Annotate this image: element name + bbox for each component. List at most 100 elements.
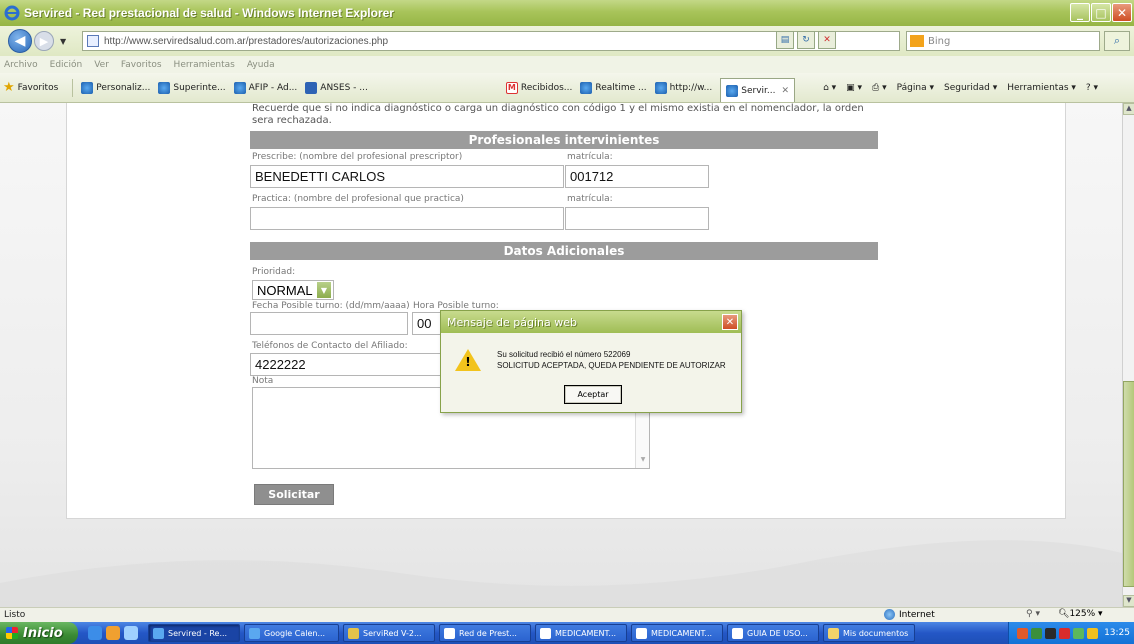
ie-quicklaunch-icon[interactable] — [88, 626, 102, 640]
task-google-calendar[interactable]: Google Calen... — [244, 624, 339, 642]
fav-item-afip[interactable]: AFIP - Ad... — [233, 81, 297, 94]
search-button[interactable]: ⌕ — [1104, 31, 1130, 51]
page-menu[interactable]: Página ▾ — [897, 83, 934, 93]
zoom-value: 125% — [1069, 609, 1096, 619]
task-mis-documentos[interactable]: Mis documentos — [823, 624, 915, 642]
window-title: Servired - Red prestacional de salud - W… — [24, 6, 394, 20]
refresh-icon[interactable]: ↻ — [797, 31, 815, 49]
minimize-button[interactable]: _ — [1070, 3, 1090, 22]
forward-button[interactable]: ▶ — [34, 31, 54, 51]
security-zone[interactable]: Internet — [884, 609, 935, 620]
tab-recibidos[interactable]: M Recibidos... — [505, 81, 573, 94]
menu-bar: Archivo Edición Ver Favoritos Herramient… — [0, 56, 1134, 73]
compat-view-icon[interactable]: ▤ — [776, 31, 794, 49]
back-button[interactable]: ◀ — [8, 29, 32, 53]
doc-task-icon — [732, 627, 743, 639]
favorites-star-icon[interactable]: ★ — [3, 80, 15, 95]
close-window-button[interactable]: ✕ — [1112, 3, 1132, 22]
search-input[interactable]: Bing — [906, 31, 1100, 51]
security-menu[interactable]: Seguridad ▾ — [944, 83, 997, 93]
menu-favoritos[interactable]: Favoritos — [121, 60, 162, 70]
matricula2-label: matrícula: — [567, 194, 613, 204]
doc-task-icon — [444, 627, 455, 639]
start-button[interactable]: Inicio — [0, 622, 78, 644]
practica-label: Practica: (nombre del profesional que pr… — [252, 194, 464, 204]
solicitar-button[interactable]: Solicitar — [254, 484, 334, 505]
fav-item-anses[interactable]: ANSES - ... — [305, 81, 368, 94]
diagnosis-notice: Recuerde que si no indica diagnóstico o … — [252, 103, 864, 126]
favorites-label[interactable]: Favoritos — [18, 83, 59, 93]
globe-icon — [884, 609, 895, 620]
matricula-field[interactable]: 001712 — [565, 165, 709, 188]
page-scrollbar[interactable]: ▲ ▼ — [1122, 103, 1134, 607]
tray-update-icon[interactable] — [1073, 627, 1085, 639]
section-header-profesionales: Profesionales intervinientes — [250, 131, 878, 149]
quick-launch — [88, 626, 138, 640]
telefonos-field[interactable]: 4222222 — [250, 353, 450, 376]
tray-volume-icon[interactable] — [1045, 627, 1057, 639]
task-medicament-1[interactable]: MEDICAMENT... — [535, 624, 627, 642]
tray-app-icon[interactable] — [1017, 627, 1029, 639]
message-dialog: Mensaje de página web ✕ ! Su solicitud r… — [440, 310, 742, 413]
task-label: MEDICAMENT... — [651, 628, 713, 638]
tab-servired[interactable]: Servir... ✕ — [720, 78, 796, 102]
task-label: GUIA DE USO... — [747, 628, 808, 638]
anses-icon — [305, 81, 318, 94]
task-medicament-2[interactable]: MEDICAMENT... — [631, 624, 723, 642]
practica-field[interactable] — [250, 207, 564, 230]
dialog-close-button[interactable]: ✕ — [722, 314, 738, 330]
task-servired[interactable]: Servired - Re... — [148, 624, 240, 642]
doc-task-icon — [540, 627, 551, 639]
stop-icon[interactable]: ✕ — [818, 31, 836, 49]
tab-label: Realtime ... — [595, 82, 647, 93]
fecha-field[interactable] — [250, 312, 408, 335]
feeds-icon[interactable]: ▣ ▾ — [846, 83, 862, 93]
history-dropdown-icon[interactable]: ▼ — [60, 37, 66, 46]
menu-herramientas[interactable]: Herramientas — [174, 60, 235, 70]
tools-menu[interactable]: Herramientas ▾ — [1007, 83, 1076, 93]
task-servired-v2[interactable]: ServiRed V-2... — [343, 624, 435, 642]
chevron-down-icon[interactable]: ▼ — [317, 282, 331, 298]
help-icon[interactable]: ? ▾ — [1086, 83, 1098, 93]
menu-archivo[interactable]: Archivo — [4, 60, 38, 70]
scroll-down-icon[interactable]: ▼ — [637, 456, 649, 466]
bing-icon — [910, 35, 924, 47]
maximize-button[interactable]: □ — [1091, 3, 1111, 22]
ie-page-icon — [158, 81, 171, 94]
scroll-up-icon[interactable]: ▲ — [1123, 103, 1134, 115]
task-guia-de-uso[interactable]: GUIA DE USO... — [727, 624, 819, 642]
desktop-quicklaunch-icon[interactable] — [124, 626, 138, 640]
section-header-adicionales: Datos Adicionales — [250, 242, 878, 260]
dialog-message-line2: SOLICITUD ACEPTADA, QUEDA PENDIENTE DE A… — [497, 361, 726, 370]
status-bar: Listo Internet ⚲ ▾ 🔍︎125% ▾ — [0, 607, 1134, 622]
tab-realtime[interactable]: Realtime ... — [580, 81, 647, 94]
matricula2-field[interactable] — [565, 207, 709, 230]
tab-http[interactable]: http://w... — [654, 81, 712, 94]
home-icon[interactable]: ⌂ ▾ — [823, 83, 836, 93]
tray-alert-icon[interactable] — [1087, 627, 1099, 639]
task-red-de-prest[interactable]: Red de Prest... — [439, 624, 531, 642]
tray-antivirus-icon[interactable] — [1059, 627, 1071, 639]
menu-edicion[interactable]: Edición — [50, 60, 83, 70]
tab-label: Recibidos... — [520, 82, 573, 93]
protected-mode-icon[interactable]: ⚲ ▾ — [1026, 609, 1040, 619]
ie-page-icon — [580, 81, 593, 94]
ie-task-icon — [249, 627, 260, 639]
prioridad-select[interactable]: NORMAL ▼ — [252, 280, 334, 300]
aceptar-button[interactable]: Aceptar — [564, 385, 622, 404]
media-quicklaunch-icon[interactable] — [106, 626, 120, 640]
url-text: http://www.serviredsalud.com.ar/prestado… — [104, 35, 389, 47]
prescribe-field[interactable]: BENEDETTI CARLOS — [250, 165, 564, 188]
tray-network-icon[interactable] — [1031, 627, 1043, 639]
menu-ayuda[interactable]: Ayuda — [247, 60, 275, 70]
close-tab-icon[interactable]: ✕ — [782, 86, 790, 96]
zoom-level[interactable]: 🔍︎125% ▾ — [1058, 609, 1103, 619]
fav-item-personaliz[interactable]: Personaliz... — [81, 81, 150, 94]
fav-item-superinte[interactable]: Superinte... — [158, 81, 226, 94]
fav-item-label: ANSES - ... — [320, 82, 368, 93]
print-icon[interactable]: ⎙ ▾ — [872, 83, 887, 93]
menu-ver[interactable]: Ver — [94, 60, 109, 70]
app-task-icon — [348, 627, 359, 639]
scrollbar-thumb[interactable] — [1123, 381, 1134, 587]
scroll-down-icon[interactable]: ▼ — [1123, 595, 1134, 607]
